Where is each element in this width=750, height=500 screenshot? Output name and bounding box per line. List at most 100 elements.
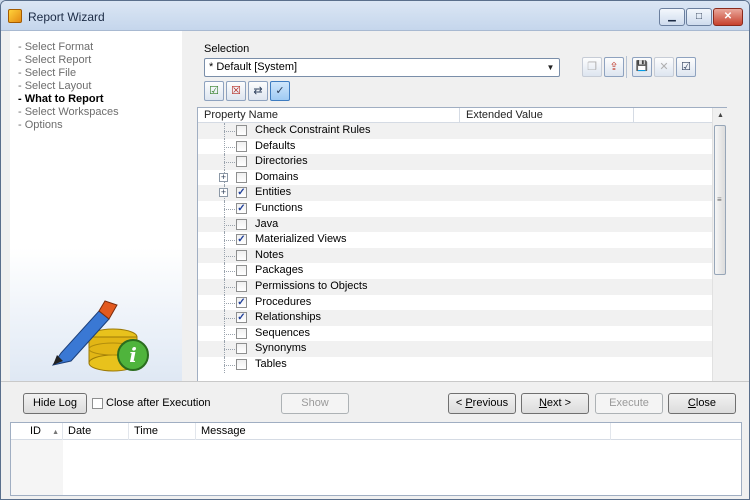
- close-rest: lose: [695, 397, 717, 409]
- scroll-up-icon[interactable]: ▲: [713, 108, 728, 123]
- previous-prefix: <: [455, 397, 466, 409]
- close-window-button[interactable]: ✕: [713, 8, 743, 26]
- row-checkbox[interactable]: ✓: [236, 296, 247, 308]
- next-button[interactable]: Next >: [521, 393, 589, 414]
- show-button[interactable]: Show: [281, 393, 349, 414]
- step-select-layout[interactable]: - Select Layout: [18, 80, 119, 93]
- scroll-grip-icon: ≡: [717, 195, 722, 204]
- row-checkbox[interactable]: ✓: [236, 187, 247, 199]
- column-extended-value[interactable]: Extended Value: [460, 108, 634, 123]
- wizard-steps-panel: - Select Format - Select Report - Select…: [10, 31, 182, 381]
- tree-branch: [224, 240, 235, 242]
- row-checkbox[interactable]: [236, 156, 247, 168]
- tree-row[interactable]: ✓ Procedures: [198, 294, 712, 311]
- log-column-time[interactable]: Time: [129, 423, 196, 440]
- execute-button[interactable]: Execute: [595, 393, 663, 414]
- tree-row[interactable]: + ✓ Entities: [198, 185, 712, 201]
- tree-row[interactable]: Sequences: [198, 325, 712, 342]
- tree-row[interactable]: + Domains: [198, 169, 712, 186]
- log-id-label: ID: [30, 425, 41, 437]
- row-checkbox[interactable]: [236, 140, 247, 152]
- grid-vertical-scrollbar[interactable]: ▲ ≡ ▼: [712, 108, 727, 394]
- grid-header: Property Name Extended Value: [198, 108, 712, 123]
- tree-branch: [224, 255, 235, 257]
- tree-row-label: Permissions to Objects: [255, 280, 368, 292]
- wizard-button-bar: Hide Log Close after Execution Show < Pr…: [1, 381, 749, 419]
- tree-row[interactable]: Permissions to Objects: [198, 279, 712, 295]
- tree-row[interactable]: Tables: [198, 357, 712, 373]
- step-select-file[interactable]: - Select File: [18, 67, 119, 80]
- dropdown-arrow-icon[interactable]: ▼: [542, 59, 559, 76]
- step-select-report[interactable]: - Select Report: [18, 54, 119, 67]
- step-select-format[interactable]: - Select Format: [18, 41, 119, 54]
- column-property-name[interactable]: Property Name: [198, 108, 460, 123]
- tree-row[interactable]: Notes: [198, 247, 712, 264]
- step-what-to-report[interactable]: - What to Report: [18, 93, 119, 106]
- expand-icon[interactable]: +: [219, 188, 228, 198]
- log-header: ID ▲ Date Time Message: [11, 423, 741, 440]
- tree-branch: [224, 146, 235, 148]
- step-select-workspaces[interactable]: - Select Workspaces: [18, 106, 119, 119]
- tree-row[interactable]: Synonyms: [198, 341, 712, 357]
- tree-row[interactable]: Check Constraint Rules: [198, 123, 712, 139]
- minimize-button[interactable]: ▁: [659, 8, 685, 26]
- close-after-execution-label[interactable]: Close after Execution: [106, 397, 211, 409]
- check-all-icon[interactable]: ☑: [204, 81, 224, 101]
- row-checkbox[interactable]: [236, 218, 247, 230]
- tree-row[interactable]: ✓ Materialized Views: [198, 232, 712, 248]
- title-bar[interactable]: Report Wizard ▁ □ ✕: [1, 1, 749, 31]
- tree-row-label: Materialized Views: [255, 233, 347, 246]
- sidebar-background: - Select Format - Select Report - Select…: [10, 31, 182, 381]
- invert-check-icon[interactable]: ⇄: [248, 81, 268, 101]
- check-visible-icon[interactable]: ✓: [270, 81, 290, 101]
- previous-button[interactable]: < Previous: [448, 393, 516, 414]
- row-checkbox[interactable]: [236, 125, 247, 136]
- row-checkbox[interactable]: ✓: [236, 203, 247, 214]
- scroll-thumb[interactable]: ≡: [714, 125, 726, 275]
- toolbar-separator: [626, 56, 627, 78]
- tree-row[interactable]: Packages: [198, 263, 712, 279]
- row-checkbox[interactable]: [236, 265, 247, 277]
- tree-row-label: Relationships: [255, 311, 322, 324]
- copy-selection-icon[interactable]: ❐: [582, 57, 602, 77]
- close-button[interactable]: Close: [668, 393, 736, 414]
- row-checkbox[interactable]: [236, 281, 247, 292]
- expand-icon[interactable]: +: [219, 172, 228, 182]
- uncheck-all-icon[interactable]: ☒: [226, 81, 246, 101]
- row-checkbox[interactable]: [236, 343, 247, 355]
- row-checkbox[interactable]: ✓: [236, 312, 247, 324]
- tree-branch: [224, 224, 235, 226]
- log-column-id[interactable]: ID ▲: [25, 423, 63, 440]
- hide-log-button[interactable]: Hide Log: [23, 393, 87, 414]
- next-rest: ext >: [546, 397, 572, 409]
- row-checkbox[interactable]: [236, 171, 247, 183]
- tree-row[interactable]: Java: [198, 216, 712, 233]
- tree-row[interactable]: Defaults: [198, 138, 712, 155]
- step-options[interactable]: - Options: [18, 119, 119, 132]
- execution-log-grid[interactable]: ID ▲ Date Time Message: [10, 422, 742, 496]
- row-checkbox[interactable]: [236, 359, 247, 370]
- wizard-illustration-icon: i: [51, 300, 149, 372]
- row-checkbox[interactable]: [236, 327, 247, 339]
- save-selection-icon[interactable]: 💾: [632, 57, 652, 77]
- log-column-message[interactable]: Message: [196, 423, 611, 440]
- row-checkbox[interactable]: [236, 249, 247, 261]
- tree-row[interactable]: ✓ Relationships: [198, 310, 712, 326]
- load-selection-icon[interactable]: ⇪: [604, 57, 624, 77]
- close-after-execution-checkbox[interactable]: [92, 398, 103, 409]
- manage-selections-icon[interactable]: ☑: [676, 57, 696, 77]
- tree-row-label: Check Constraint Rules: [255, 124, 371, 136]
- row-checkbox[interactable]: ✓: [236, 234, 247, 246]
- tree-row-label: Sequences: [255, 326, 311, 339]
- selection-dropdown[interactable]: * Default [System] ▼: [204, 58, 560, 77]
- tree-row-label: Defaults: [255, 139, 296, 152]
- tree-row-label: Domains: [255, 170, 299, 183]
- maximize-button[interactable]: □: [686, 8, 712, 26]
- tree-branch: [224, 209, 235, 210]
- tree-row[interactable]: Directories: [198, 154, 712, 170]
- tree-row[interactable]: ✓ Functions: [198, 201, 712, 217]
- log-column-date[interactable]: Date: [63, 423, 129, 440]
- tree-branch: [224, 333, 235, 335]
- property-tree-grid[interactable]: Property Name Extended Value Check Const…: [197, 107, 727, 395]
- delete-selection-icon[interactable]: ✕: [654, 57, 674, 77]
